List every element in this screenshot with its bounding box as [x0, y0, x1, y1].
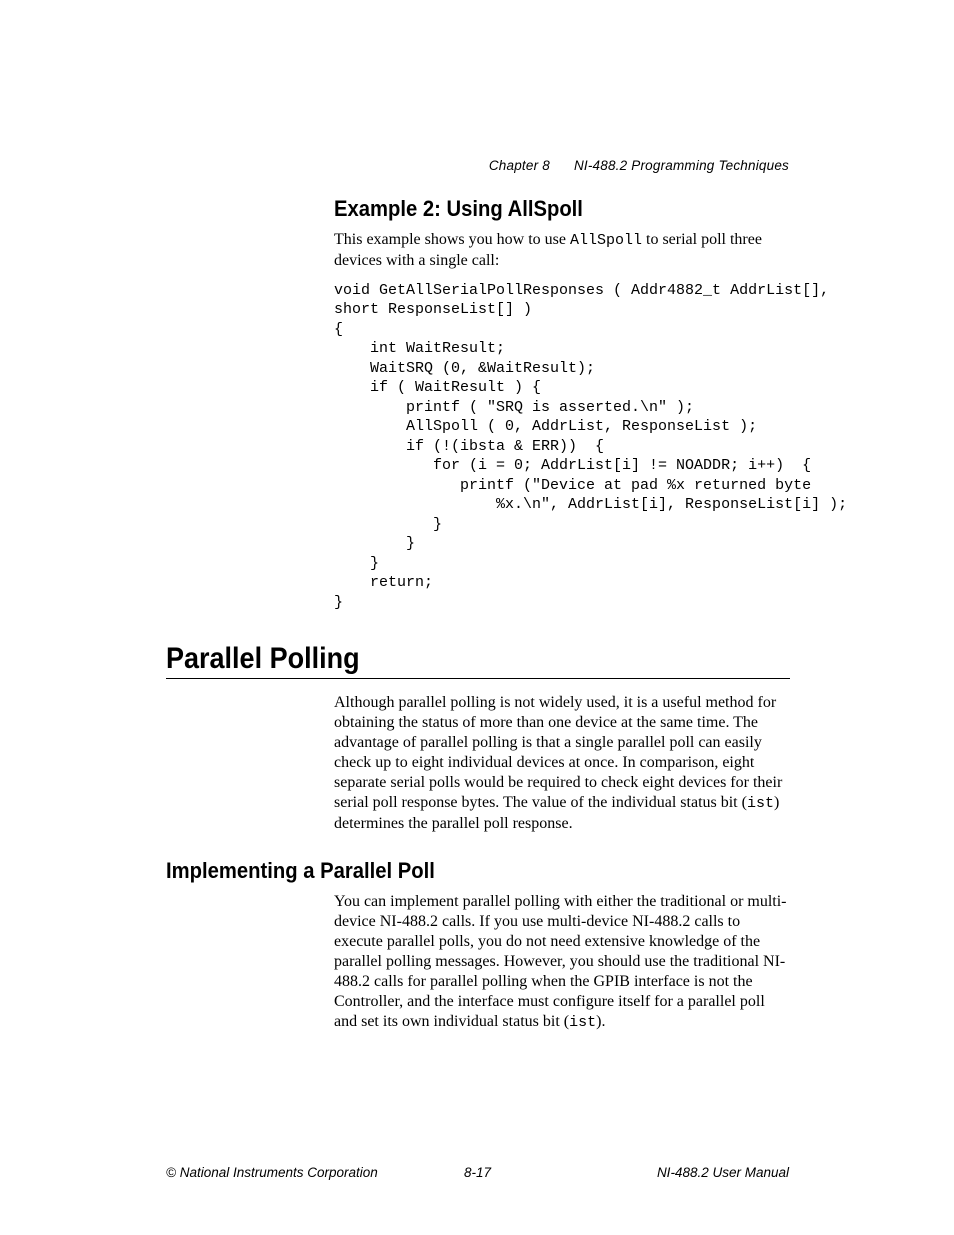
- intro-code: AllSpoll: [570, 232, 642, 249]
- example2-code-block: void GetAllSerialPollResponses ( Addr488…: [334, 281, 790, 613]
- impl-code: ist: [569, 1014, 596, 1031]
- example2-heading: Example 2: Using AllSpoll: [334, 196, 754, 222]
- heading-rule: [166, 678, 790, 679]
- intro-text-pre: This example shows you how to use: [334, 231, 570, 248]
- running-header: Chapter 8 NI-488.2 Programming Techniques: [489, 158, 789, 173]
- document-page: Chapter 8 NI-488.2 Programming Techniques…: [0, 0, 954, 1235]
- parallel-polling-paragraph: Although parallel polling is not widely …: [334, 693, 790, 834]
- header-title: NI-488.2 Programming Techniques: [574, 158, 789, 173]
- example2-intro: This example shows you how to use AllSpo…: [334, 230, 790, 271]
- page-content: Example 2: Using AllSpoll This example s…: [166, 196, 790, 1043]
- implementing-heading: Implementing a Parallel Poll: [166, 858, 740, 884]
- pp-code: ist: [747, 795, 774, 812]
- impl-text-pre: You can implement parallel polling with …: [334, 893, 787, 1030]
- implementing-paragraph: You can implement parallel polling with …: [334, 892, 790, 1033]
- footer-manual-title: NI-488.2 User Manual: [657, 1165, 789, 1180]
- impl-text-post: ).: [596, 1013, 605, 1030]
- parallel-polling-heading: Parallel Polling: [166, 642, 728, 676]
- pp-text-pre: Although parallel polling is not widely …: [334, 694, 782, 811]
- header-chapter: Chapter 8: [489, 158, 550, 173]
